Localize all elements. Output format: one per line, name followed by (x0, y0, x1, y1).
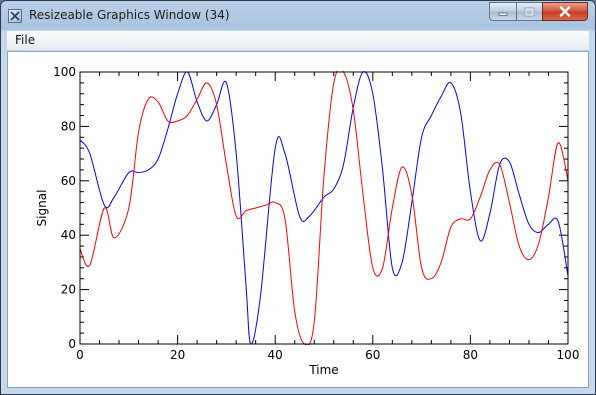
maximize-button[interactable] (516, 2, 542, 21)
plot-frame (79, 71, 569, 345)
close-icon (559, 6, 571, 17)
y-tick-label: 20 (61, 283, 76, 297)
close-button[interactable] (542, 2, 588, 21)
series-line-2 (80, 71, 568, 345)
x-tick-label: 0 (76, 348, 84, 362)
x-tick-label: 20 (170, 348, 185, 362)
y-tick-label: 0 (68, 337, 76, 351)
y-tick-label: 60 (61, 174, 76, 188)
minimize-button[interactable] (489, 2, 516, 21)
window-title: Resizeable Graphics Window (34) (29, 8, 230, 22)
x-axis-title: Time (308, 363, 338, 377)
graphics-canvas[interactable]: 0 20 40 60 80 100 0 20 40 60 80 100 Time Signal (7, 51, 589, 388)
y-axis-title: Signal (35, 190, 49, 227)
x-tick-label: 100 (557, 348, 580, 362)
menu-file[interactable]: File (15, 33, 35, 47)
y-tick-label: 40 (61, 228, 76, 242)
app-icon[interactable] (8, 9, 22, 23)
x-tick-label: 80 (463, 348, 478, 362)
maximize-icon (524, 7, 535, 16)
x-tick-label: 40 (268, 348, 283, 362)
line-plot: 0 20 40 60 80 100 0 20 40 60 80 100 Time Signal (35, 65, 580, 377)
graphics-window: Resizeable Graphics Window (34) File 0 20… (0, 0, 596, 395)
y-tick-label: 100 (53, 65, 76, 79)
title-bar[interactable]: Resizeable Graphics Window (34) (1, 1, 595, 31)
y-tick-label: 80 (61, 119, 76, 133)
x-tick-label: 60 (365, 348, 380, 362)
minimize-icon (498, 12, 508, 16)
menu-bar: File (7, 31, 589, 51)
series-line-1 (80, 71, 568, 345)
